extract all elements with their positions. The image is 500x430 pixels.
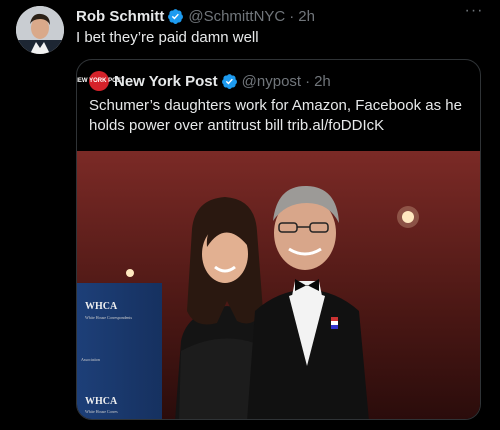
author-handle[interactable]: @SchmittNYC [188,8,285,25]
quoted-tweet-photo[interactable]: WHCA White House Correspondents Associat… [77,151,480,419]
author-avatar[interactable] [16,6,64,54]
banner-text-2: WHCA [85,396,118,407]
tweet[interactable]: Rob Schmitt @SchmittNYC · 2h ··· I bet t… [0,0,500,430]
banner-sub-1: White House Correspondents [85,315,133,320]
banner-sub-2: Association [81,357,100,362]
more-options-icon[interactable]: ··· [464,3,484,24]
quoted-author-avatar[interactable]: NEW YORK POST [77,71,124,91]
quoted-tweet-text: Schumer’s daughters work for Amazon, Fac… [89,97,462,134]
quoted-author-handle[interactable]: @nypost [242,73,301,90]
separator-dot: · [289,7,295,25]
tweet-time[interactable]: 2h [298,8,315,25]
banner-text-1: WHCA [85,301,118,312]
tweet-text: I bet they’re paid damn well [76,29,259,46]
photo-illustration: WHCA White House Correspondents Associat… [77,151,480,419]
quoted-author-name[interactable]: New York Post [114,73,218,90]
author-name[interactable]: Rob Schmitt [76,8,164,25]
banner-sub-3: White House Corres [85,409,118,414]
tweet-header: Rob Schmitt @SchmittNYC · 2h ··· [76,3,484,26]
separator-dot: · [305,72,311,90]
quoted-tweet[interactable]: NEW YORK POST New York Post @nypost · 2h… [76,59,481,420]
quoted-tweet-time[interactable]: 2h [314,73,331,90]
verified-badge-icon [221,73,237,89]
avatar-photo [16,6,64,54]
quoted-tweet-header: NEW YORK POST New York Post @nypost · 2h [77,71,331,91]
verified-badge-icon [168,8,184,24]
